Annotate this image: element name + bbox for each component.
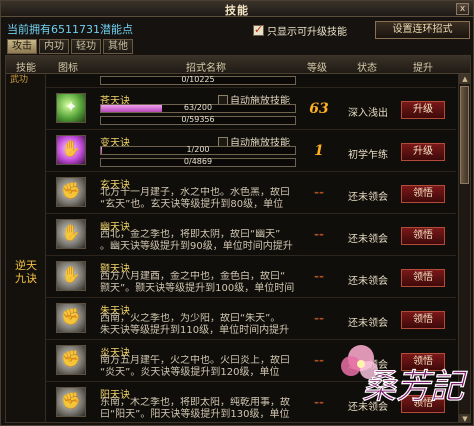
group-top-label: 武功: [10, 75, 29, 85]
header-upgrade: 提升: [413, 63, 433, 74]
skill-state: 还未领会: [348, 318, 388, 329]
skill-description-line: “炎天”。炎天诀等级提升到120级，单位: [100, 367, 280, 378]
skill-description: 西方八月建酉，金之中也，金色白，故曰“ 颢天”。颢天诀等级提升到100级，单位时间: [100, 271, 300, 295]
skill-description-line: “玄天”也。玄天诀等级提升到80级，单位: [100, 199, 284, 210]
skill-description-line: 南方五月建午，火之中也。火曰炎上，故曰: [100, 355, 290, 366]
skill-exp-bar: 0/59356: [100, 115, 296, 125]
window-title: 技能: [225, 4, 249, 17]
skill-glyph-icon: ✋: [61, 223, 81, 242]
skill-description-line: 东南，木之季也，将即太阳，纯乾用事，故: [100, 397, 290, 408]
skill-row: ✋ 幽天诀 西北，金之季也，将即太阴，故曰“幽天” 。幽天诀等级提升到90级，单位时间…: [46, 215, 456, 256]
tab-other[interactable]: 其他: [103, 39, 133, 54]
skill-description-line: 西南，火之季也，为少阳，故曰“朱天”。: [100, 313, 281, 324]
skill-icon[interactable]: ✊: [56, 387, 86, 417]
skill-description-line: 西北，金之季也，将即太阴，故曰“幽天”: [100, 229, 281, 240]
tab-bar: 攻击 内功 轻功 其他: [7, 39, 133, 54]
game-logo: 桑芳記: [341, 345, 469, 408]
skill-row: ✋ 变天诀 自动施放技能 1/200 0/4869 1 初学乍练 升级: [46, 131, 456, 172]
skill-glyph-icon: ✋: [61, 265, 81, 284]
skill-description: 西北，金之季也，将即太阴，故曰“幽天” 。幽天诀等级提升到90级，单位时间内提升: [100, 229, 300, 253]
upgradeable-only-label: 只显示可升级技能: [267, 27, 347, 38]
header-level: 等级: [307, 63, 327, 74]
skill-state: 还未领会: [348, 234, 388, 245]
skill-exp-text: 0/4869: [183, 157, 213, 166]
skill-description-line: 北方十一月建子，水之中也。水色黑，故曰: [100, 187, 290, 198]
skill-icon[interactable]: ✊: [56, 345, 86, 375]
skill-level: 63: [309, 101, 329, 117]
exp-bar-text: 0/10225: [181, 75, 215, 84]
skill-progress-bar: 1/200: [100, 145, 296, 155]
logo-text: 桑芳記: [362, 367, 468, 407]
skill-glyph-icon: ✊: [61, 307, 81, 326]
potential-points-text: 当前拥有6511731潜能点: [7, 23, 133, 36]
skill-exp-text: 0/59356: [181, 115, 215, 124]
skill-level: --: [314, 395, 324, 409]
skill-exp-bar: 0/4869: [100, 157, 296, 167]
close-button[interactable]: x: [456, 3, 469, 15]
tab-inner-power[interactable]: 内功: [39, 39, 69, 54]
skill-glyph-icon: ✊: [61, 181, 81, 200]
exp-bar: 0/10225: [100, 75, 296, 85]
skill-level: 1: [314, 143, 324, 159]
skill-state: 还未领会: [348, 276, 388, 287]
title-bar[interactable]: 技能 x: [1, 1, 473, 17]
skill-icon[interactable]: ✋: [56, 135, 86, 165]
skill-description-line: 颢天”。颢天诀等级提升到100级，单位时间: [100, 283, 295, 294]
skill-state: 初学乍练: [348, 150, 388, 161]
skill-glyph-icon: ✦: [64, 97, 78, 116]
skill-description-line: 曰“阳天”。阳天诀等级提升到130级，单位: [100, 409, 290, 420]
skill-description-line: 西方八月建酉，金之中也，金色白，故曰“: [100, 271, 286, 282]
upgradeable-only-checkbox[interactable]: [253, 23, 264, 36]
skill-progress-bar: 63/200: [100, 103, 296, 113]
set-combo-button[interactable]: 设置连环招式: [375, 21, 470, 39]
skill-icon[interactable]: ✦: [56, 93, 86, 123]
tab-attack[interactable]: 攻击: [7, 39, 37, 54]
header-state: 状态: [357, 63, 377, 74]
skill-description-line: 朱天诀等级提升到110级，单位时间内提升: [100, 325, 290, 336]
upgradeable-only-filter[interactable]: 只显示可升级技能: [253, 23, 347, 38]
skill-row: ✊ 玄天诀 北方十一月建子，水之中也。水色黑，故曰 “玄天”也。玄天诀等级提升到80级…: [46, 173, 456, 214]
skills-window: 技能 x 当前拥有6511731潜能点 只显示可升级技能 设置连环招式 攻击 内…: [0, 0, 474, 426]
skill-icon[interactable]: ✋: [56, 219, 86, 249]
header-move-name: 招式名称: [186, 63, 226, 74]
skill-level: --: [314, 227, 324, 241]
skill-state: 还未领会: [348, 192, 388, 203]
table-header: 技能 图标 招式名称 等级 状态 提升: [6, 56, 470, 74]
skill-icon[interactable]: ✊: [56, 303, 86, 333]
skill-glyph-icon: ✊: [61, 349, 81, 368]
upgrade-button[interactable]: 升级: [401, 101, 445, 119]
skill-description: 西南，火之季也，为少阳，故曰“朱天”。 朱天诀等级提升到110级，单位时间内提升: [100, 313, 300, 337]
skill-state: 深入浅出: [348, 108, 388, 119]
skill-group-column: 武功 逆天九诀: [6, 74, 46, 422]
skill-description-line: 。幽天诀等级提升到90级，单位时间内提升: [100, 241, 293, 252]
header-icon: 图标: [58, 63, 78, 74]
skill-level: --: [314, 269, 324, 283]
skill-progress-text: 1/200: [186, 145, 210, 154]
skill-icon[interactable]: ✊: [56, 177, 86, 207]
skill-description: 北方十一月建子，水之中也。水色黑，故曰 “玄天”也。玄天诀等级提升到80级，单位: [100, 187, 300, 211]
comprehend-button[interactable]: 领悟: [401, 227, 445, 245]
skill-glyph-icon: ✋: [61, 139, 81, 158]
comprehend-button[interactable]: 领悟: [401, 269, 445, 287]
skill-row: ✦ 苍天诀 自动施放技能 63/200 0/59356 63 深入浅出 升级: [46, 89, 456, 130]
partial-skill-row: 0/10225: [46, 74, 456, 88]
skill-row: ✊ 朱天诀 西南，火之季也，为少阳，故曰“朱天”。 朱天诀等级提升到110级，单位时间…: [46, 299, 456, 340]
scroll-thumb[interactable]: [460, 86, 469, 184]
skill-description: 南方五月建午，火之中也。火曰炎上，故曰 “炎天”。炎天诀等级提升到120级，单位: [100, 355, 300, 379]
skill-row: ✋ 颢天诀 西方八月建酉，金之中也，金色白，故曰“ 颢天”。颢天诀等级提升到100级，…: [46, 257, 456, 298]
skill-level: --: [314, 311, 324, 325]
group-label: 逆天九诀: [15, 259, 37, 285]
comprehend-button[interactable]: 领悟: [401, 185, 445, 203]
scroll-up-arrow-icon[interactable]: ▲: [459, 74, 470, 84]
skill-level: --: [314, 185, 324, 199]
upgrade-button[interactable]: 升级: [401, 143, 445, 161]
comprehend-button[interactable]: 领悟: [401, 311, 445, 329]
skill-glyph-icon: ✊: [61, 391, 81, 410]
tab-light-skill[interactable]: 轻功: [71, 39, 101, 54]
skill-description: 东南，木之季也，将即太阳，纯乾用事，故 曰“阳天”。阳天诀等级提升到130级，单位: [100, 397, 300, 421]
skill-progress-text: 63/200: [183, 103, 213, 112]
skill-icon[interactable]: ✋: [56, 261, 86, 291]
skill-level: --: [314, 353, 324, 367]
